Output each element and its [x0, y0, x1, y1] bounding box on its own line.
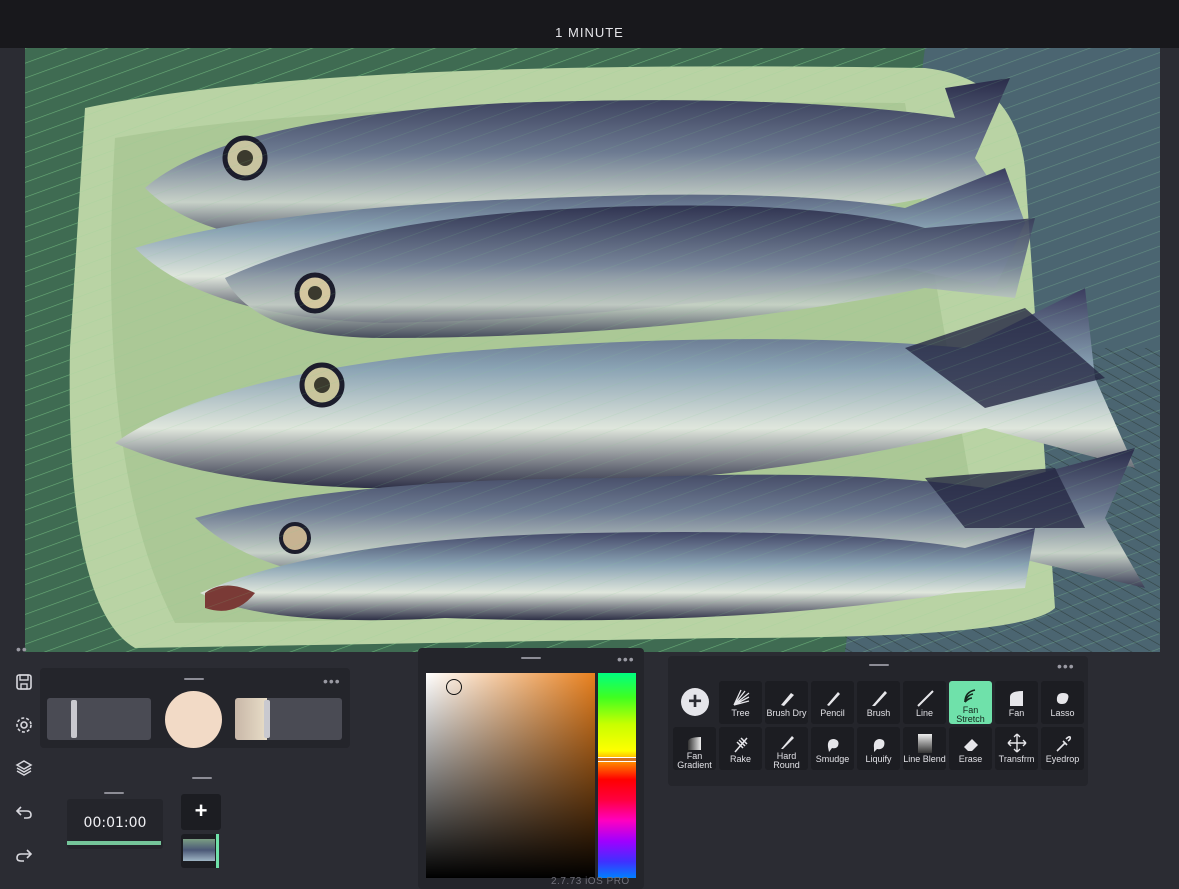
timelapse-handle[interactable]: [104, 792, 124, 794]
brush-fan[interactable]: Fan: [995, 681, 1038, 724]
canvas-options-dots[interactable]: ••: [16, 642, 28, 656]
opacity-slider[interactable]: [235, 698, 342, 740]
brush-pencil[interactable]: Pencil: [811, 681, 854, 724]
picker-options-dots[interactable]: •••: [617, 652, 635, 666]
layer-thumbnail[interactable]: [181, 834, 219, 868]
brush-brush[interactable]: Brush: [857, 681, 900, 724]
current-color-swatch[interactable]: [165, 691, 222, 748]
eraser-icon: [961, 729, 981, 753]
drawing-canvas[interactable]: [25, 48, 1160, 652]
move-arrows-icon: [1007, 729, 1027, 753]
hue-marker[interactable]: [598, 757, 636, 762]
tree-icon: [731, 683, 751, 707]
layer-preview: [183, 839, 215, 861]
brush-fan-stretch[interactable]: Fan Stretch: [949, 681, 992, 724]
brush-fan-gradient[interactable]: Fan Gradient: [673, 727, 716, 770]
line-icon: [915, 683, 935, 707]
layers-handle[interactable]: [192, 777, 212, 779]
saturation-value-field[interactable]: [426, 673, 595, 878]
layers-icon[interactable]: [14, 758, 34, 778]
brush-brush-dry[interactable]: Brush Dry: [765, 681, 808, 724]
fan-stretch-icon: [961, 683, 981, 704]
brush-smudge[interactable]: Smudge: [811, 727, 854, 770]
brush-liquify[interactable]: Liquify: [857, 727, 900, 770]
lasso-icon: [1053, 683, 1073, 707]
save-icon[interactable]: [14, 672, 34, 692]
line-blend-icon: [915, 729, 935, 753]
hue-slider[interactable]: [598, 673, 636, 878]
brush-line-blend[interactable]: Line Blend: [903, 727, 946, 770]
pencil-icon: [823, 683, 843, 707]
fan-gradient-icon: [685, 729, 705, 750]
brush-tree[interactable]: Tree: [719, 681, 762, 724]
brush-erase[interactable]: Erase: [949, 727, 992, 770]
add-layer-button[interactable]: +: [181, 794, 221, 830]
eyedropper-icon: [1053, 729, 1073, 753]
size-slider[interactable]: [47, 698, 151, 740]
brush-hard-round[interactable]: Hard Round: [765, 727, 808, 770]
brush-icon: [869, 683, 889, 707]
timelapse-time: 00:01:00: [83, 815, 147, 831]
app-root: 1 MINUTE •• ••• 00:01:00 + ••• 2.7.73 iO…: [0, 0, 1179, 889]
brush-panel-more-dots[interactable]: •••: [1057, 659, 1075, 673]
fan-icon: [1007, 683, 1027, 707]
brush-panel-handle[interactable]: [869, 664, 889, 666]
session-title: 1 MINUTE: [555, 25, 624, 40]
brush-line[interactable]: Line: [903, 681, 946, 724]
smudge-icon: [823, 729, 843, 753]
brush-panel-options-dots[interactable]: •••: [323, 674, 341, 688]
opacity-preview: [235, 698, 267, 740]
panel-handle[interactable]: [184, 678, 204, 680]
tool-eyedrop[interactable]: Eyedrop: [1041, 727, 1084, 770]
version-label: 2.7.73 iOS PRO: [551, 876, 630, 887]
timelapse-panel: 00:01:00: [67, 799, 163, 849]
active-layer-indicator: [216, 834, 219, 868]
liquify-icon: [869, 729, 889, 753]
redo-icon[interactable]: [14, 845, 34, 865]
painting: [25, 48, 1160, 652]
picker-handle[interactable]: [521, 657, 541, 659]
color-picker-cursor[interactable]: [446, 679, 462, 695]
brush-lasso[interactable]: Lasso: [1041, 681, 1084, 724]
timelapse-progress: [67, 841, 161, 845]
size-slider-thumb[interactable]: [71, 700, 77, 738]
rake-icon: [731, 729, 751, 753]
undo-icon[interactable]: [14, 802, 34, 822]
hard-round-icon: [777, 729, 797, 750]
add-brush-button[interactable]: +: [681, 688, 709, 716]
tool-transform[interactable]: Transfrm: [995, 727, 1038, 770]
brush-dry-icon: [777, 683, 797, 707]
opacity-slider-thumb[interactable]: [264, 700, 270, 738]
brush-rake[interactable]: Rake: [719, 727, 762, 770]
top-bar: 1 MINUTE: [0, 0, 1179, 48]
settings-icon[interactable]: [14, 715, 34, 735]
